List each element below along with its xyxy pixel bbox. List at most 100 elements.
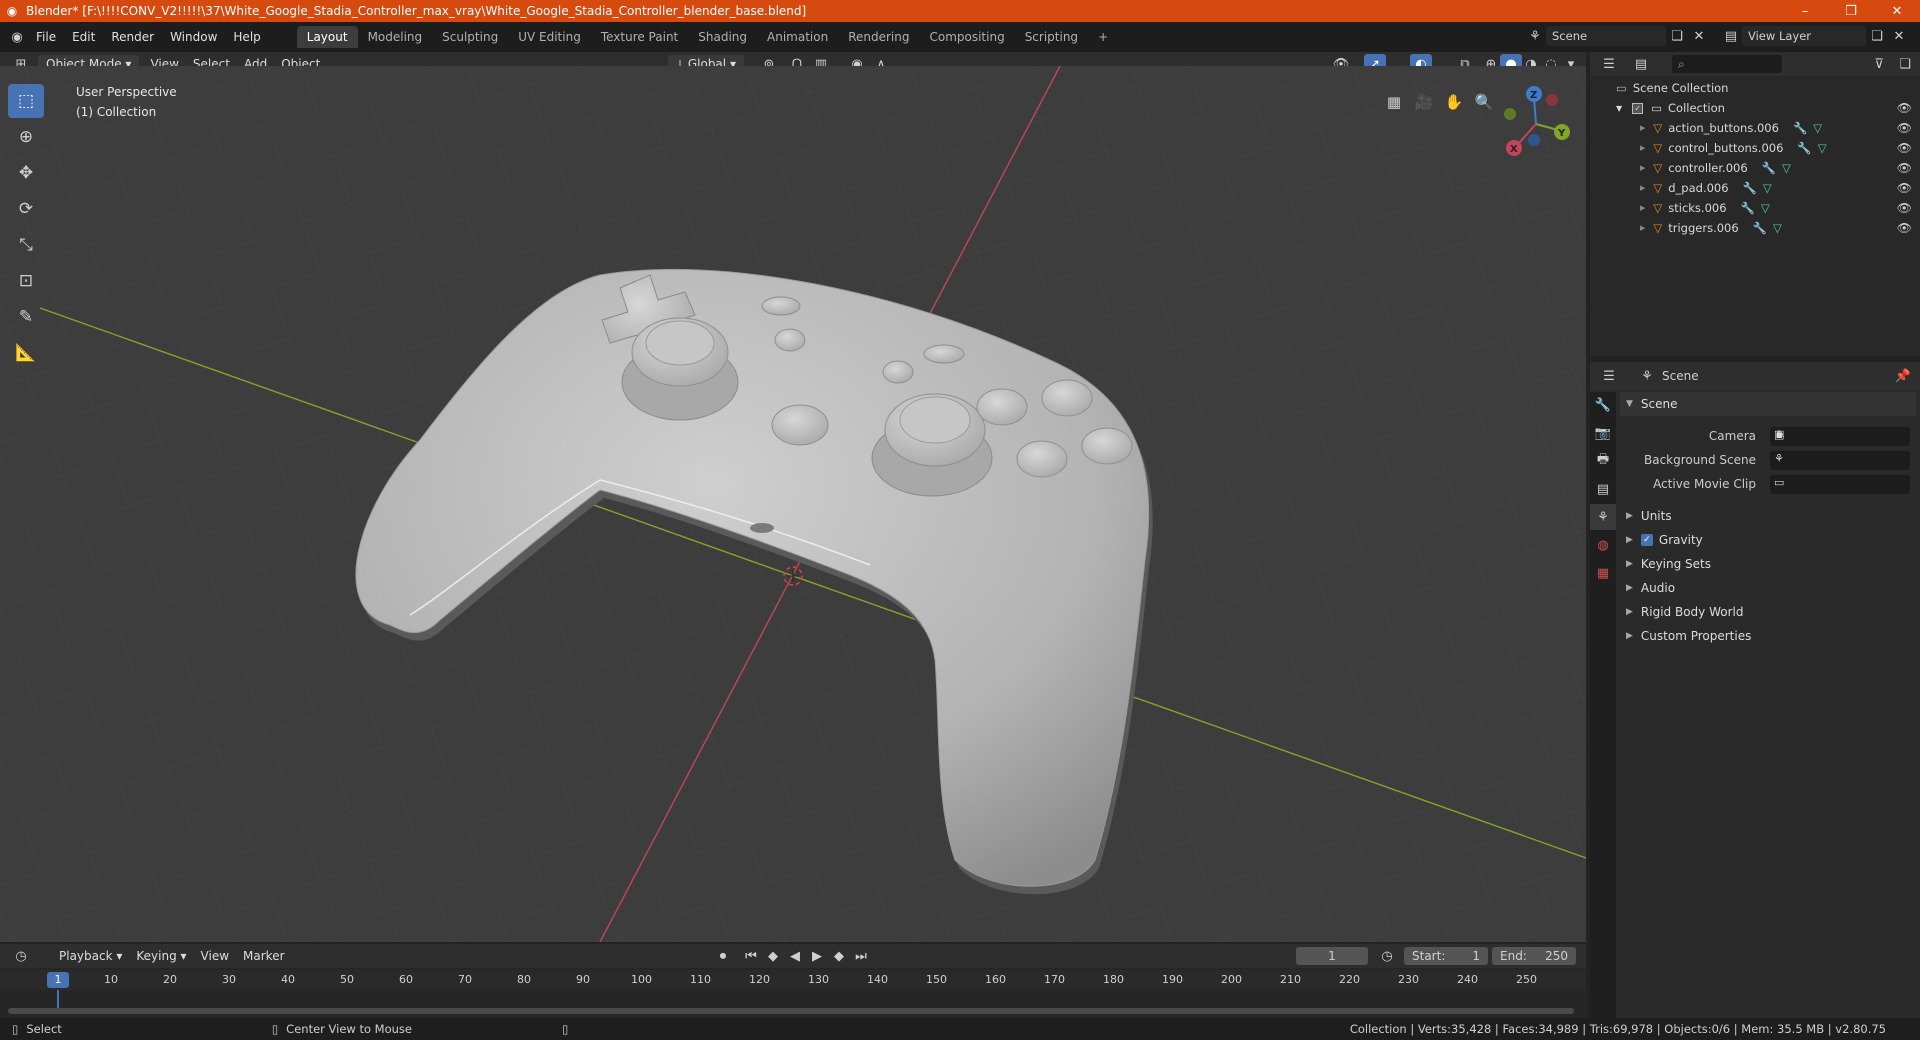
preview-range-icon[interactable]: ◷	[1376, 946, 1398, 966]
add-workspace-button[interactable]: +	[1088, 26, 1118, 48]
tab-layout[interactable]: Layout	[296, 26, 358, 48]
outliner-object-row[interactable]: ▶ ▽ sticks.006 🔧 ▽ 👁	[1590, 198, 1920, 218]
select-box-tool[interactable]: ⬚	[8, 84, 44, 118]
play-reverse-icon[interactable]: ◀	[784, 946, 806, 966]
keying-sets-panel-header[interactable]: ▶ Keying Sets	[1620, 552, 1916, 576]
measure-tool[interactable]: 📐	[8, 336, 44, 370]
timeline-scrollbar[interactable]	[8, 1008, 1574, 1014]
tab-texture-paint[interactable]: Texture Paint	[591, 26, 688, 48]
zoom-view-icon[interactable]: 🔍	[1472, 90, 1496, 114]
outliner-object-row[interactable]: ▶ ▽ control_buttons.006 🔧 ▽ 👁	[1590, 138, 1920, 158]
eye-icon[interactable]: 👁	[1897, 221, 1912, 235]
delete-scene-icon[interactable]: ✕	[1688, 26, 1710, 46]
new-scene-icon[interactable]: ❏	[1666, 26, 1688, 46]
tab-modeling[interactable]: Modeling	[358, 26, 433, 48]
close-button[interactable]: ✕	[1874, 0, 1920, 22]
start-frame-field[interactable]: Start: 1	[1404, 947, 1488, 965]
menu-help[interactable]: Help	[225, 30, 268, 44]
toggle-ortho-icon[interactable]: ▦	[1382, 90, 1406, 114]
view-layer-field[interactable]: View Layer	[1742, 26, 1866, 46]
outliner-editor-type-icon[interactable]: ☰	[1598, 54, 1620, 74]
pan-view-icon[interactable]: ✋	[1442, 90, 1466, 114]
expand-arrow-icon[interactable]: ▶	[1640, 144, 1645, 152]
jump-start-icon[interactable]: ⏮	[740, 946, 762, 966]
outliner-object-row[interactable]: ▶ ▽ controller.006 🔧 ▽ 👁	[1590, 158, 1920, 178]
expand-arrow-icon[interactable]: ▶	[1640, 124, 1645, 132]
audio-panel-header[interactable]: ▶ Audio	[1620, 576, 1916, 600]
scene-icon[interactable]: ⚘	[1524, 26, 1546, 46]
maximize-button[interactable]: ❐	[1828, 0, 1874, 22]
new-view-layer-icon[interactable]: ❏	[1866, 26, 1888, 46]
transform-tool[interactable]: ⊡	[8, 264, 44, 298]
pin-icon[interactable]: 📌	[1892, 366, 1914, 386]
delete-view-layer-icon[interactable]: ✕	[1888, 26, 1910, 46]
frame-ruler[interactable]: 1 10 20 30 40 50 60 70 80 90 100 110 120…	[0, 970, 1586, 990]
expand-arrow-icon[interactable]: ▶	[1640, 164, 1645, 172]
end-frame-field[interactable]: End: 250	[1492, 947, 1576, 965]
cursor-tool[interactable]: ⊕	[8, 120, 44, 154]
background-scene-field[interactable]: ⚘	[1770, 450, 1910, 470]
timeline-menu-keying[interactable]: Keying ▾	[129, 947, 193, 965]
view-layer-icon[interactable]: ▤	[1720, 26, 1742, 46]
tab-shading[interactable]: Shading	[688, 26, 757, 48]
scale-tool[interactable]: ⤡	[8, 228, 44, 262]
jump-end-icon[interactable]: ⏭	[850, 946, 872, 966]
3d-viewport[interactable]: ⬚ ⊕ ✥ ⟳ ⤡ ⊡ ✎ 📐 User Perspective (1) Col…	[0, 66, 1586, 942]
next-keyframe-icon[interactable]: ◆	[828, 946, 850, 966]
blender-menu-icon[interactable]: ◉	[6, 27, 28, 47]
tab-scripting[interactable]: Scripting	[1015, 26, 1088, 48]
outliner-collection[interactable]: ▼ ✓ ▭ Collection 👁	[1590, 98, 1920, 118]
outliner-object-row[interactable]: ▶ ▽ triggers.006 🔧 ▽ 👁	[1590, 218, 1920, 238]
play-icon[interactable]: ▶	[806, 946, 828, 966]
tool-tab-icon[interactable]: 🔧	[1590, 392, 1616, 418]
eye-icon[interactable]: 👁	[1897, 101, 1912, 115]
camera-view-icon[interactable]: 🎥	[1412, 90, 1436, 114]
current-frame-field[interactable]: 1	[1296, 947, 1368, 965]
tab-compositing[interactable]: Compositing	[919, 26, 1014, 48]
tab-uv-editing[interactable]: UV Editing	[508, 26, 591, 48]
move-tool[interactable]: ✥	[8, 156, 44, 190]
expand-arrow-icon[interactable]: ▶	[1640, 204, 1645, 212]
custom-properties-panel-header[interactable]: ▶ Custom Properties	[1620, 624, 1916, 648]
outliner-scene-collection[interactable]: ▭ Scene Collection	[1590, 78, 1920, 98]
eye-icon[interactable]: 👁	[1897, 141, 1912, 155]
scene-panel-header[interactable]: ▼ Scene	[1620, 392, 1916, 416]
timeline-menu-view[interactable]: View	[194, 947, 236, 965]
rigid-body-world-panel-header[interactable]: ▶ Rigid Body World	[1620, 600, 1916, 624]
timeline-editor-type-icon[interactable]: ◷	[10, 946, 32, 966]
display-mode-icon[interactable]: ▤	[1630, 54, 1652, 74]
scene-tab-icon[interactable]: ⚘	[1590, 504, 1616, 530]
timeline-menu-marker[interactable]: Marker	[236, 947, 291, 965]
eye-icon[interactable]: 👁	[1897, 201, 1912, 215]
eye-icon[interactable]: 👁	[1897, 181, 1912, 195]
prev-keyframe-icon[interactable]: ◆	[762, 946, 784, 966]
scene-name-field[interactable]: Scene	[1546, 26, 1666, 46]
tab-sculpting[interactable]: Sculpting	[432, 26, 508, 48]
texture-tab-icon[interactable]: ▦	[1590, 560, 1616, 586]
menu-file[interactable]: File	[28, 30, 64, 44]
world-tab-icon[interactable]: ◍	[1590, 532, 1616, 558]
gravity-checkbox[interactable]: ✓	[1640, 534, 1653, 546]
output-tab-icon[interactable]: 🖶	[1590, 448, 1616, 474]
view-layer-tab-icon[interactable]: ▤	[1590, 476, 1616, 502]
expand-arrow-icon[interactable]: ▶	[1640, 184, 1645, 192]
units-panel-header[interactable]: ▶ Units	[1620, 504, 1916, 528]
eye-icon[interactable]: 👁	[1897, 161, 1912, 175]
eye-icon[interactable]: 👁	[1897, 121, 1912, 135]
expand-arrow-icon[interactable]: ▶	[1640, 224, 1645, 232]
rotate-tool[interactable]: ⟳	[8, 192, 44, 226]
outliner-search-input[interactable]: ⌕	[1672, 55, 1782, 73]
collection-checkbox[interactable]: ✓	[1632, 102, 1644, 114]
timeline-menu-playback[interactable]: Playback ▾	[52, 947, 129, 965]
navigation-gizmo[interactable]: Y Z X	[1496, 84, 1576, 164]
gravity-panel-header[interactable]: ▶ ✓ Gravity	[1620, 528, 1916, 552]
outliner-object-row[interactable]: ▶ ▽ action_buttons.006 🔧 ▽ 👁	[1590, 118, 1920, 138]
playhead[interactable]	[57, 990, 59, 1010]
tab-rendering[interactable]: Rendering	[838, 26, 919, 48]
camera-field[interactable]: ▣ ✎	[1770, 426, 1910, 446]
eyedropper-icon[interactable]: ✎	[1776, 428, 1906, 441]
outliner-object-row[interactable]: ▶ ▽ d_pad.006 🔧 ▽ 👁	[1590, 178, 1920, 198]
filter-icon[interactable]: ⊽	[1868, 54, 1890, 74]
active-movie-clip-field[interactable]: ▭	[1770, 474, 1910, 494]
annotate-tool[interactable]: ✎	[8, 300, 44, 334]
